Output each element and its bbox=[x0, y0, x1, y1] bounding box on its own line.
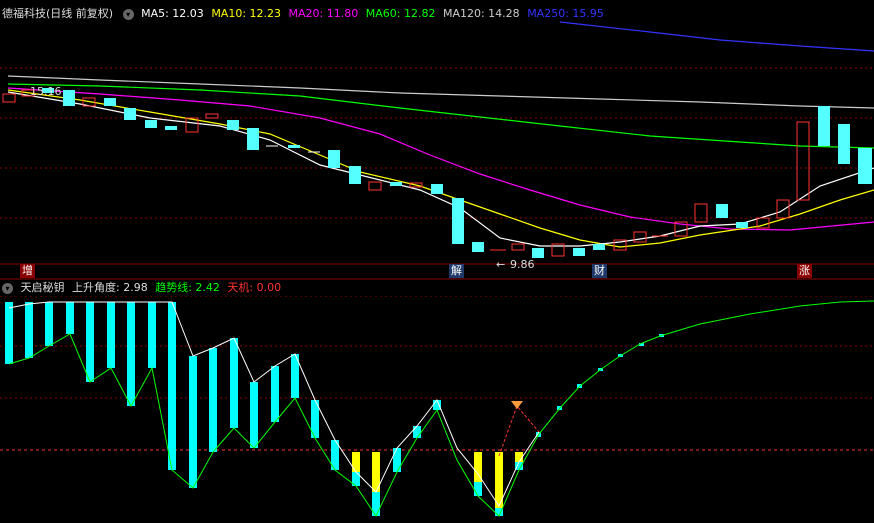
indicator-legend: ▾ 天启秘钥 上升角度: 2.98 趋势线: 2.42 天机: 0.00 bbox=[0, 280, 285, 296]
ma120-line bbox=[7, 75, 874, 109]
high-price-label: 15.16 bbox=[30, 85, 62, 98]
ma5-label: MA5: 12.03 bbox=[141, 7, 204, 20]
indicator-collapse-icon[interactable]: ▾ bbox=[2, 282, 13, 294]
ma250-label: MA250: 15.95 bbox=[527, 7, 604, 20]
ma10-label: MA10: 12.23 bbox=[211, 7, 282, 20]
ma120-label: MA120: 14.28 bbox=[442, 7, 520, 20]
event-marker-jie[interactable]: 解 bbox=[449, 264, 464, 278]
angle-label: 上升角度: 2.98 bbox=[72, 281, 148, 294]
trend-line bbox=[8, 300, 874, 518]
event-marker-zhang[interactable]: 涨 bbox=[797, 264, 812, 278]
ma20-line bbox=[7, 87, 874, 231]
event-marker-zeng[interactable]: 增 bbox=[20, 264, 35, 278]
main-legend: 德福科技(日线 前复权) ▾ MA5: 12.03 MA10: 12.23 MA… bbox=[0, 6, 608, 22]
event-marker-cai[interactable]: 财 bbox=[592, 264, 607, 278]
main-chart[interactable]: 15.16 9.86 ← bbox=[0, 0, 874, 280]
indicator-name[interactable]: 天启秘钥 bbox=[21, 281, 65, 294]
low-price-arrow: ← bbox=[496, 258, 505, 271]
candlesticks bbox=[2, 88, 872, 258]
cyan-bars bbox=[5, 302, 664, 516]
tianji-label: 天机: 0.00 bbox=[227, 281, 282, 294]
trend-label: 趋势线: 2.42 bbox=[155, 281, 220, 294]
grid-lines bbox=[0, 67, 874, 219]
tianji-dashed-line bbox=[498, 405, 540, 457]
stock-title[interactable]: 德福科技(日线 前复权) bbox=[2, 7, 113, 20]
ma20-label: MA20: 11.80 bbox=[288, 7, 359, 20]
ma60-label: MA60: 12.82 bbox=[365, 7, 436, 20]
collapse-icon[interactable]: ▾ bbox=[122, 8, 134, 20]
low-price-label: 9.86 bbox=[510, 258, 535, 271]
ma250-line bbox=[559, 21, 874, 52]
diamond-icon bbox=[511, 401, 523, 409]
indicator-chart[interactable] bbox=[0, 296, 874, 523]
